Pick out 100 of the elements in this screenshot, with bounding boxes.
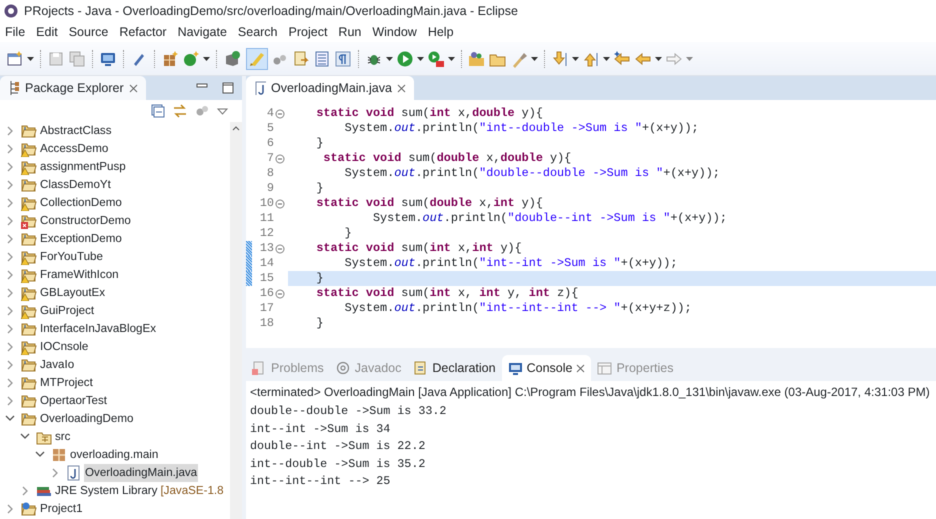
tree-item[interactable]: AccessDemo — [39, 140, 110, 158]
tree-item[interactable]: overloading.main — [69, 446, 160, 464]
tree-item[interactable]: JRE System Library — [54, 482, 158, 500]
code-line: System.out.println("int--double ->Sum is "+(x+y)); — [344, 121, 700, 136]
table-icon — [597, 360, 612, 376]
tree-item[interactable]: AbstractClass — [39, 122, 113, 140]
menu-item[interactable]: Help — [422, 22, 460, 42]
line-number: 10 — [258, 194, 274, 212]
web-project-icon — [21, 501, 37, 517]
java-file-icon — [254, 81, 266, 95]
code-line: static void sum(int x,double y){ — [315, 106, 544, 121]
menu-item[interactable]: Search — [232, 22, 284, 42]
caret-icon[interactable] — [655, 56, 662, 60]
close-icon[interactable] — [576, 364, 586, 372]
code-line: System.out.println("int--int ->Sum is "+(x+y)); — [344, 256, 678, 271]
menu-item[interactable]: File — [0, 22, 32, 42]
monitor-icon — [508, 360, 523, 376]
caret-icon[interactable] — [572, 56, 579, 60]
project-icon — [21, 375, 37, 391]
console-line: int--int--int --> 25 — [249, 473, 392, 490]
tree-item[interactable]: ForYouTube — [39, 248, 104, 266]
tree-item[interactable]: MTProject — [39, 374, 94, 392]
pilcrow-icon[interactable] — [334, 50, 352, 68]
project-icon — [21, 411, 37, 427]
link-arrows-icon[interactable] — [173, 104, 187, 118]
line-number: 9 — [266, 180, 274, 197]
editor-tab[interactable]: OverloadingMain.java — [246, 76, 414, 100]
tree-item[interactable]: GBLayoutEx — [39, 284, 106, 302]
tree-item[interactable]: OverloadingDemo — [39, 410, 134, 428]
collapse-icon[interactable] — [275, 288, 285, 298]
panel-tab[interactable]: Console — [502, 355, 592, 381]
code-line: System.out.println("double--double ->Sum is "+(x+y)); — [344, 166, 721, 181]
close-icon[interactable] — [128, 84, 138, 92]
collapse-icon[interactable] — [275, 198, 285, 208]
collapse-icon[interactable] — [275, 154, 285, 164]
menu-item[interactable]: Window — [367, 22, 423, 42]
tree-item[interactable]: src — [54, 428, 72, 446]
tree-item[interactable]: ClassDemoYt — [39, 176, 112, 194]
menu-item[interactable]: Run — [333, 22, 368, 42]
maximize-icon[interactable] — [222, 82, 234, 94]
next-annotation-icon[interactable] — [551, 50, 569, 68]
caret-icon[interactable] — [417, 56, 424, 60]
line-number: 8 — [266, 164, 274, 182]
menu-item[interactable]: Refactor — [114, 22, 173, 42]
caret-icon[interactable] — [531, 56, 538, 60]
menu-item[interactable]: Edit — [31, 22, 64, 42]
console-header: <terminated> OverloadingMain [Java Application] C:\Program Files\Java\jdk1.8.0_131\bin\javaw.exe (03-Aug-2017, 4:31:03 PM) — [249, 384, 931, 401]
java-file-icon — [66, 465, 82, 481]
close-icon[interactable] — [396, 84, 406, 92]
editor-tab-title: OverloadingMain.java — [271, 80, 392, 97]
tree-item[interactable]: InterfaceInJavaBlogEx — [39, 320, 158, 338]
line-number: 14 — [258, 254, 274, 272]
scroll-up-icon[interactable] — [232, 126, 240, 131]
collapse-icon[interactable] — [275, 108, 285, 118]
tree-item[interactable]: OpertaorTest — [39, 392, 108, 410]
window-title: PRojects - Java - OverloadingDemo/src/overloading/main/OverloadingMain.java - Eclipse — [24, 2, 518, 20]
tree-item[interactable]: IOCnsole — [39, 338, 90, 356]
project-icon — [21, 357, 37, 373]
code-line: static void sum(int x,int y){ — [315, 241, 523, 256]
document-arrow-icon[interactable] — [292, 50, 310, 68]
tree-item[interactable]: JavaIo — [39, 356, 76, 374]
run-icon[interactable] — [396, 50, 414, 68]
collapse-icon[interactable] — [275, 244, 285, 254]
caret-icon[interactable] — [386, 56, 393, 60]
menu-item[interactable]: Source — [64, 22, 114, 42]
package-icon[interactable] — [161, 50, 179, 68]
project-icon — [21, 231, 37, 247]
save-all-icon[interactable] — [68, 50, 86, 68]
project-icon — [21, 393, 37, 409]
caret-icon[interactable] — [27, 56, 34, 60]
code-line: static void sum(double x,double y){ — [322, 151, 572, 166]
collapse-all-icon[interactable] — [151, 104, 165, 118]
view-menu-icon[interactable] — [217, 108, 228, 114]
package-icon — [51, 447, 67, 463]
project-icon — [21, 177, 37, 193]
code-line: System.out.println("double--int ->Sum is "+(x+y)); — [372, 211, 728, 226]
caret-icon[interactable] — [203, 56, 210, 60]
menu-item[interactable]: Project — [284, 22, 334, 42]
code-line: } — [315, 181, 324, 196]
tree-item[interactable]: CollectionDemo — [39, 194, 123, 212]
library-version: [JavaSE-1.8 — [160, 483, 224, 500]
caret-icon[interactable] — [603, 56, 610, 60]
tree-item[interactable]: assignmentPusp — [39, 158, 127, 176]
tree-item[interactable]: GuiProject — [39, 302, 96, 320]
tree-item[interactable]: OverloadingMain.java — [84, 464, 198, 482]
caret-icon[interactable] — [448, 56, 455, 60]
panel-tab[interactable]: Declaration — [407, 355, 502, 381]
tree-item[interactable]: ConstructorDemo — [39, 212, 132, 230]
save-icon[interactable] — [47, 50, 65, 68]
view-tab[interactable]: Package Explorer — [0, 76, 146, 100]
scrollbar[interactable] — [230, 122, 242, 519]
menu-item[interactable]: Navigate — [172, 22, 233, 42]
code-line: } — [315, 136, 324, 151]
tree-item[interactable]: ExceptionDemo — [39, 230, 123, 248]
last-edit-icon[interactable] — [613, 50, 631, 68]
tree-item[interactable]: FrameWithIcon — [39, 266, 120, 284]
line-number: 13 — [258, 240, 274, 257]
list-icon[interactable] — [313, 50, 331, 68]
new-window-icon[interactable] — [6, 50, 24, 68]
tree-item[interactable]: Project1 — [39, 500, 84, 518]
